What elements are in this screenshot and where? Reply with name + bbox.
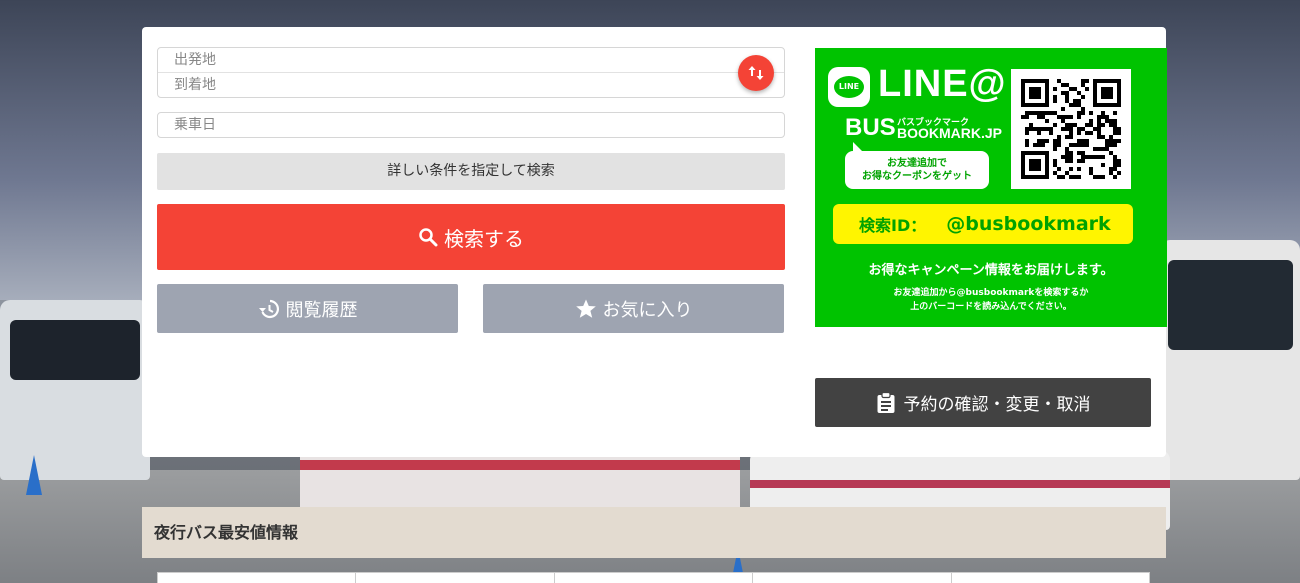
table-cell — [752, 573, 951, 583]
arrival-input[interactable]: 到着地 — [158, 73, 784, 98]
swap-vertical-icon — [748, 66, 764, 80]
traffic-cone — [26, 455, 42, 495]
line-promo-banner[interactable]: LINE LINE@ BUS バスブックマーク BOOKMARK.JP お友達追… — [815, 48, 1167, 327]
brand-name: BOOKMARK.JP — [897, 125, 1003, 141]
swap-stations-button[interactable] — [738, 55, 774, 91]
friend-coupon-bubble: お友達追加で お得なクーポンをゲット — [845, 142, 989, 189]
fare-table — [157, 572, 1151, 583]
bus-wordmark: BUS — [845, 114, 896, 141]
table-cell — [157, 573, 356, 583]
section-title: 夜行バス最安値情報 — [142, 507, 1166, 558]
search-button-label: 検索する — [444, 226, 524, 251]
campaign-message: お得なキャンペーン情報をお届けします。 — [868, 263, 1114, 278]
star-icon — [575, 299, 596, 318]
search-icon — [419, 228, 438, 247]
reservation-manage-button[interactable]: 予約の確認・変更・取消 — [815, 378, 1151, 427]
advanced-search-button[interactable]: 詳しい条件を指定して検索 — [157, 153, 785, 190]
boarding-date-input[interactable]: 乗車日 — [157, 112, 785, 138]
search-button[interactable]: 検索する — [157, 204, 785, 270]
history-button[interactable]: 閲覧履歴 — [157, 284, 458, 333]
favorites-button[interactable]: お気に入り — [483, 284, 784, 333]
history-icon — [258, 299, 279, 318]
favorites-button-label: お気に入り — [602, 299, 693, 321]
reservation-manage-label: 予約の確認・変更・取消 — [903, 395, 1091, 415]
search-panel: 出発地 到着地 乗車日 詳しい条件を指定して検索 検索する 閲覧履歴 お気に入り — [142, 27, 1167, 457]
qr-code — [1011, 69, 1131, 189]
table-cell — [553, 573, 753, 583]
history-button-label: 閲覧履歴 — [285, 299, 358, 321]
departure-input[interactable]: 出発地 — [158, 48, 784, 73]
add-friend-instructions: お友達追加から@busbookmarkを検索するか 上のバーコードを読み込んでく… — [893, 288, 1089, 312]
route-inputs: 出発地 到着地 — [157, 47, 785, 98]
clipboard-icon — [877, 391, 894, 413]
line-id-label: 検索ID： — [859, 216, 927, 235]
line-id-value: @busbookmark — [946, 213, 1111, 235]
line-id-bar: 検索ID： @busbookmark — [833, 204, 1133, 244]
line-title: LINE@ — [878, 63, 1007, 105]
table-cell — [950, 573, 1151, 583]
table-cell — [355, 573, 554, 583]
line-logo-icon: LINE — [828, 67, 870, 107]
qr-code-icon — [1021, 79, 1121, 179]
background-bus — [0, 300, 150, 480]
background-bus — [1160, 240, 1300, 480]
